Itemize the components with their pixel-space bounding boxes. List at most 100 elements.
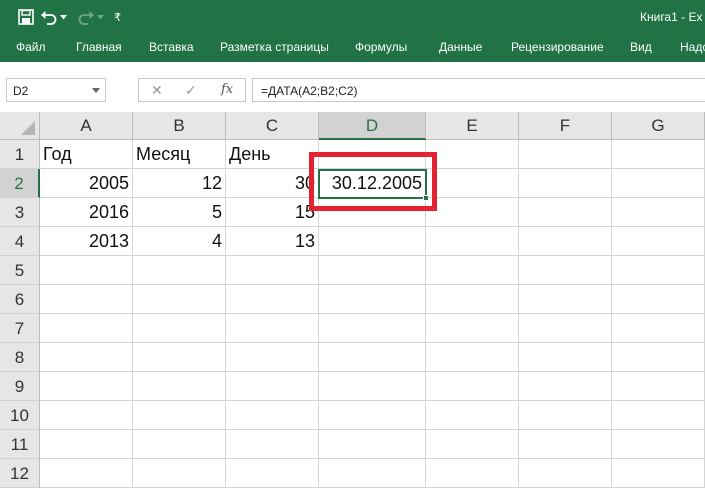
cell-e5[interactable] <box>426 256 519 285</box>
cell-g12[interactable] <box>612 459 705 488</box>
row-header-9[interactable]: 9 <box>0 372 40 401</box>
undo-icon[interactable] <box>40 6 58 28</box>
cell-f10[interactable] <box>519 401 612 430</box>
cell-d5[interactable] <box>319 256 426 285</box>
cell-c1[interactable]: День <box>226 140 319 169</box>
cell-f12[interactable] <box>519 459 612 488</box>
cell-g4[interactable] <box>612 227 705 256</box>
row-header-2[interactable]: 2 <box>0 169 40 198</box>
cell-f7[interactable] <box>519 314 612 343</box>
cell-c8[interactable] <box>226 343 319 372</box>
tab-review[interactable]: Рецензирование <box>511 40 604 54</box>
save-icon[interactable] <box>18 6 34 28</box>
cell-a1[interactable]: Год <box>40 140 133 169</box>
cell-f9[interactable] <box>519 372 612 401</box>
cell-c2[interactable]: 30 <box>226 169 319 198</box>
cell-f11[interactable] <box>519 430 612 459</box>
cell-b6[interactable] <box>133 285 226 314</box>
cell-b9[interactable] <box>133 372 226 401</box>
cancel-icon[interactable]: ✕ <box>151 82 163 99</box>
column-header-f[interactable]: F <box>519 112 612 140</box>
cell-a4[interactable]: 2013 <box>40 227 133 256</box>
tab-home[interactable]: Главная <box>76 40 122 54</box>
column-header-d[interactable]: D <box>319 112 426 140</box>
cell-b2[interactable]: 12 <box>133 169 226 198</box>
cell-g1[interactable] <box>612 140 705 169</box>
row-header-10[interactable]: 10 <box>0 401 40 430</box>
cell-d12[interactable] <box>319 459 426 488</box>
cell-e11[interactable] <box>426 430 519 459</box>
row-header-11[interactable]: 11 <box>0 430 40 459</box>
row-header-7[interactable]: 7 <box>0 314 40 343</box>
cell-b7[interactable] <box>133 314 226 343</box>
cell-b10[interactable] <box>133 401 226 430</box>
select-all-button[interactable] <box>0 112 40 140</box>
row-header-4[interactable]: 4 <box>0 227 40 256</box>
cell-a10[interactable] <box>40 401 133 430</box>
cell-e9[interactable] <box>426 372 519 401</box>
cell-c3[interactable]: 15 <box>226 198 319 227</box>
column-header-g[interactable]: G <box>612 112 705 140</box>
cell-a3[interactable]: 2016 <box>40 198 133 227</box>
enter-icon[interactable]: ✓ <box>185 82 197 99</box>
column-header-b[interactable]: B <box>133 112 226 140</box>
redo-dropdown-icon[interactable] <box>97 6 104 28</box>
cell-d11[interactable] <box>319 430 426 459</box>
cell-g11[interactable] <box>612 430 705 459</box>
cell-b5[interactable] <box>133 256 226 285</box>
column-header-c[interactable]: C <box>226 112 319 140</box>
cell-a7[interactable] <box>40 314 133 343</box>
row-header-5[interactable]: 5 <box>0 256 40 285</box>
cell-a5[interactable] <box>40 256 133 285</box>
cell-b8[interactable] <box>133 343 226 372</box>
cell-f4[interactable] <box>519 227 612 256</box>
cell-f3[interactable] <box>519 198 612 227</box>
tab-addins[interactable]: Надс <box>680 40 705 54</box>
formula-input[interactable]: =ДАТА(A2;B2;C2) <box>252 78 705 102</box>
cell-g8[interactable] <box>612 343 705 372</box>
redo-icon[interactable] <box>77 6 95 28</box>
cell-e10[interactable] <box>426 401 519 430</box>
cell-d3[interactable] <box>319 198 426 227</box>
tab-view[interactable]: Вид <box>630 40 652 54</box>
cell-e2[interactable] <box>426 169 519 198</box>
cell-b3[interactable]: 5 <box>133 198 226 227</box>
column-header-a[interactable]: A <box>40 112 133 140</box>
cell-d4[interactable] <box>319 227 426 256</box>
cell-g5[interactable] <box>612 256 705 285</box>
row-header-12[interactable]: 12 <box>0 459 40 488</box>
cell-b11[interactable] <box>133 430 226 459</box>
name-box[interactable]: D2 <box>6 78 106 102</box>
cell-e7[interactable] <box>426 314 519 343</box>
cell-f8[interactable] <box>519 343 612 372</box>
cell-c10[interactable] <box>226 401 319 430</box>
cell-g2[interactable] <box>612 169 705 198</box>
cell-c6[interactable] <box>226 285 319 314</box>
cell-c9[interactable] <box>226 372 319 401</box>
cell-c12[interactable] <box>226 459 319 488</box>
undo-dropdown-icon[interactable] <box>60 6 67 28</box>
tab-formulas[interactable]: Формулы <box>355 40 407 54</box>
cell-c4[interactable]: 13 <box>226 227 319 256</box>
row-header-1[interactable]: 1 <box>0 140 40 169</box>
cell-f2[interactable] <box>519 169 612 198</box>
cell-a11[interactable] <box>40 430 133 459</box>
cell-b4[interactable]: 4 <box>133 227 226 256</box>
customize-qat-icon[interactable]: ₹ <box>114 6 121 28</box>
cell-a2[interactable]: 2005 <box>40 169 133 198</box>
cell-e8[interactable] <box>426 343 519 372</box>
cell-e1[interactable] <box>426 140 519 169</box>
cell-b1[interactable]: Месяц <box>133 140 226 169</box>
cell-d7[interactable] <box>319 314 426 343</box>
tab-file[interactable]: Файл <box>16 40 46 54</box>
cell-a12[interactable] <box>40 459 133 488</box>
cell-g9[interactable] <box>612 372 705 401</box>
cell-d9[interactable] <box>319 372 426 401</box>
fill-handle[interactable] <box>423 195 429 201</box>
cell-a6[interactable] <box>40 285 133 314</box>
insert-function-icon[interactable]: fx <box>221 82 233 97</box>
tab-data[interactable]: Данные <box>439 40 482 54</box>
active-cell-selection[interactable] <box>318 169 429 201</box>
cell-d8[interactable] <box>319 343 426 372</box>
cell-g6[interactable] <box>612 285 705 314</box>
